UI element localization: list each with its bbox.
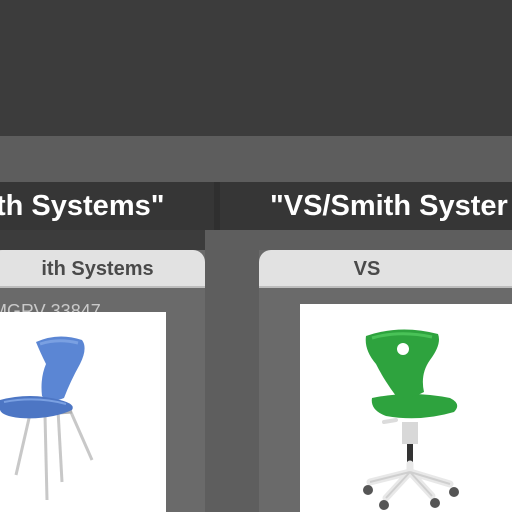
green-swivel-chair-icon [363, 329, 459, 510]
column-2-title: "VS/Smith Syster [270, 190, 508, 222]
grey-strip [0, 136, 512, 182]
product-image-1[interactable] [0, 312, 166, 512]
header-divider [214, 182, 220, 230]
product-card-2-brand: VS [259, 250, 512, 288]
product-card-1-brand: ith Systems [0, 250, 205, 288]
blue-stacking-chair-icon [0, 336, 94, 501]
top-band [0, 0, 512, 136]
product-image-2[interactable] [300, 304, 512, 512]
column-1-title: th Systems" [0, 190, 165, 222]
column-gutter [205, 230, 259, 512]
